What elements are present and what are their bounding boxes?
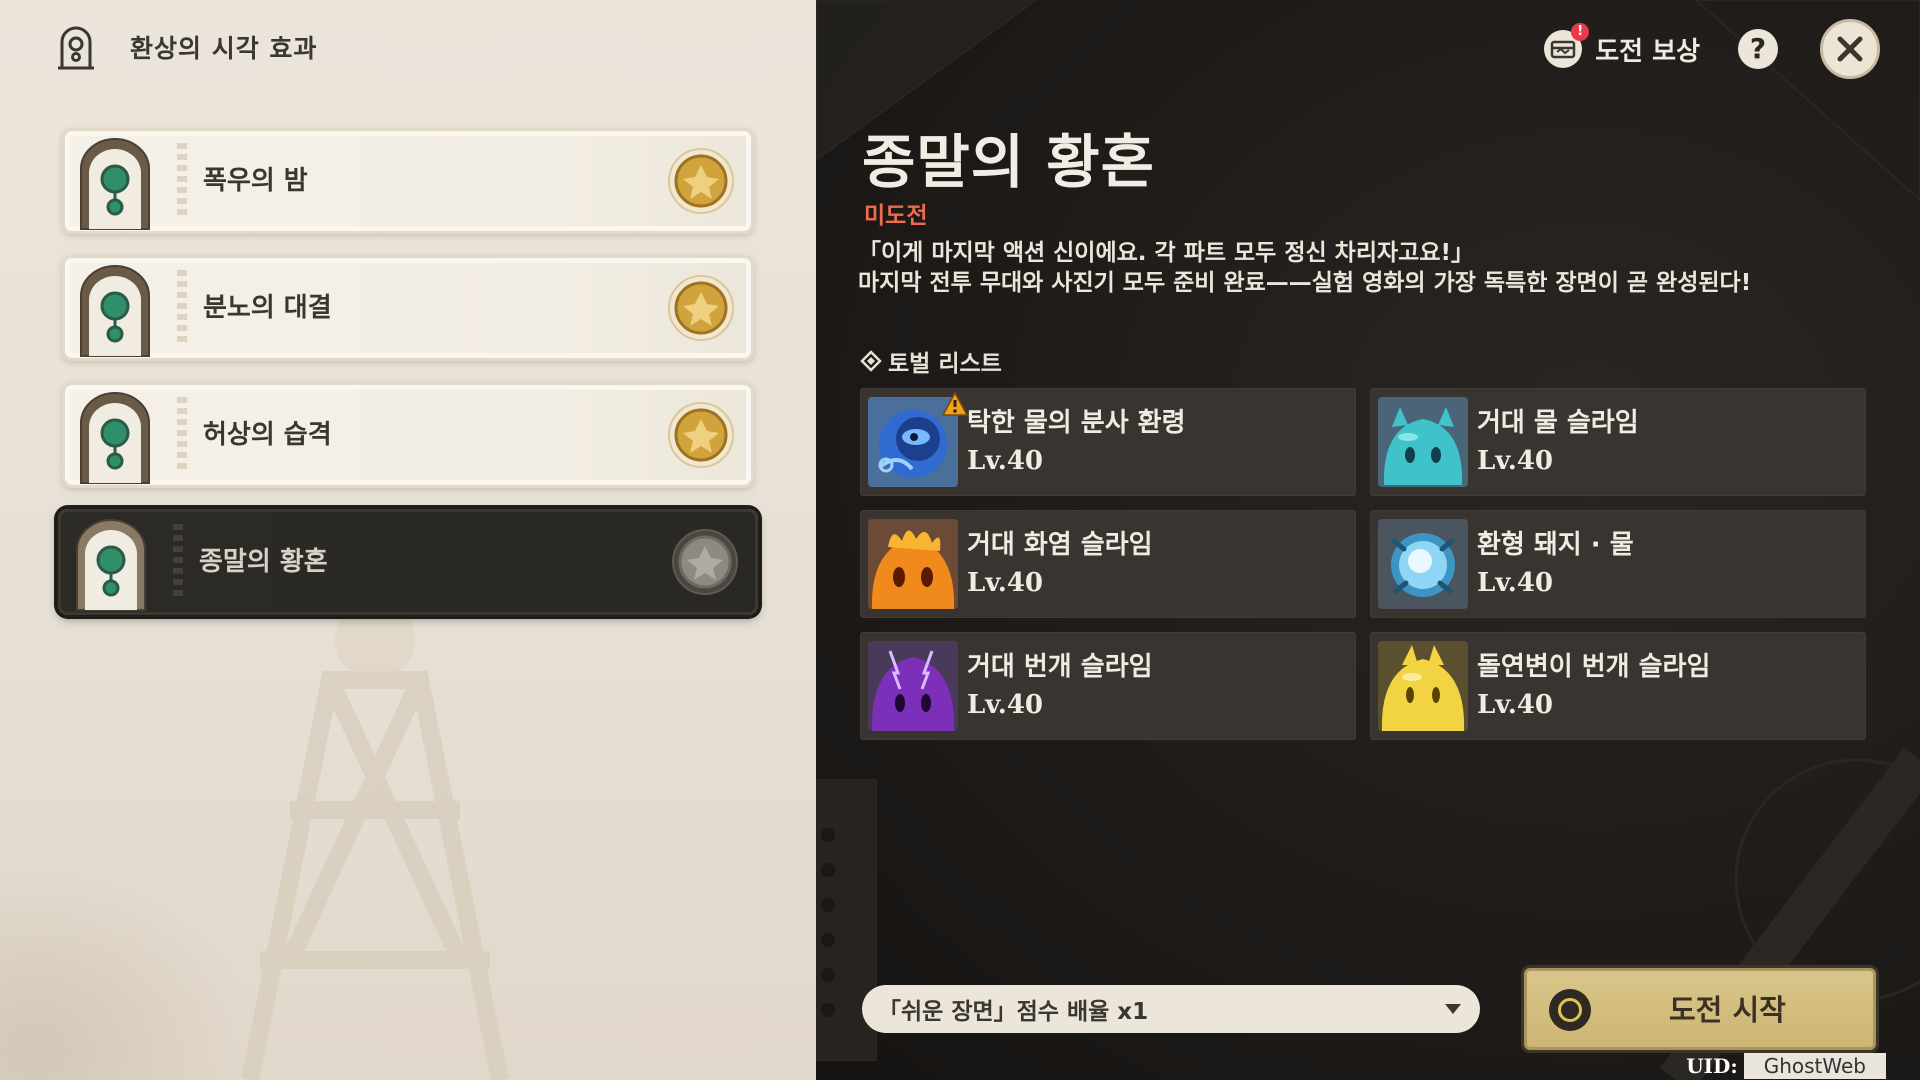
start-challenge-button[interactable]: 도전 시작 bbox=[1524, 968, 1876, 1050]
hydro-boar-icon bbox=[1378, 519, 1468, 609]
challenge-status: 미도전 bbox=[864, 203, 928, 229]
stage-item-2[interactable]: 분노의 대결 bbox=[62, 255, 754, 361]
enemy-level: Lv.40 bbox=[967, 568, 1044, 598]
uid-value: GhostWeb bbox=[1743, 1053, 1886, 1079]
stage-item-3[interactable]: 허상의 습격 bbox=[62, 382, 754, 488]
enemy-name: 탁한 물의 분사 환령 bbox=[967, 408, 1186, 438]
notification-badge: ! bbox=[1571, 23, 1590, 41]
enemy-card[interactable]: 환형 돼지 · 물 Lv.40 bbox=[1370, 510, 1866, 618]
stage-label: 폭우의 밤 bbox=[203, 166, 308, 196]
enemy-level: Lv.40 bbox=[1477, 446, 1554, 476]
enemy-list-title: 토벌 리스트 bbox=[888, 351, 1002, 377]
description-line-2: 마지막 전투 무대와 사진기 모두 준비 완료——실험 영화의 가장 독특한 장… bbox=[858, 270, 1752, 296]
background-tower-art bbox=[0, 600, 509, 1080]
warning-icon bbox=[942, 392, 968, 416]
panel-title: 환상의 시각 효과 bbox=[130, 34, 318, 63]
gold-medal-icon bbox=[668, 148, 734, 214]
stage-description: 「이게 마지막 액션 신이에요. 각 파트 모두 정신 차리자고요!」 마지막 … bbox=[858, 238, 1898, 298]
enemy-card[interactable]: 거대 번개 슬라임 Lv.40 bbox=[860, 632, 1356, 740]
gold-medal-icon bbox=[668, 402, 734, 468]
enemy-card[interactable]: 돌연변이 번개 슬라임 Lv.40 bbox=[1370, 632, 1866, 740]
stage-list-panel: 환상의 시각 효과 폭우의 밤 분노의 대결 허상의 습격 종말의 황혼 bbox=[0, 0, 816, 1080]
start-challenge-label: 도전 시작 bbox=[1669, 993, 1786, 1027]
close-icon bbox=[1837, 36, 1863, 62]
enemy-card[interactable]: 탁한 물의 분사 환령 Lv.40 bbox=[860, 388, 1356, 496]
enemy-list-header: 토벌 리스트 bbox=[860, 344, 1002, 378]
enemy-card[interactable]: 거대 물 슬라임 Lv.40 bbox=[1370, 388, 1866, 496]
enemy-level: Lv.40 bbox=[1477, 568, 1554, 598]
chevron-down-icon bbox=[1445, 1004, 1461, 1014]
enemy-level: Lv.40 bbox=[967, 690, 1044, 720]
enemy-name: 거대 번개 슬라임 bbox=[967, 652, 1153, 682]
stage-door-icon bbox=[80, 392, 150, 484]
locked-medal-icon bbox=[672, 529, 738, 595]
close-button[interactable] bbox=[1820, 19, 1880, 79]
enemy-level: Lv.40 bbox=[967, 446, 1044, 476]
mutant-electro-slime-icon bbox=[1378, 641, 1468, 731]
pyro-slime-icon bbox=[868, 519, 958, 609]
electro-slime-icon bbox=[868, 641, 958, 731]
stage-list: 폭우의 밤 분노의 대결 허상의 습격 종말의 황혼 bbox=[58, 128, 758, 636]
enemy-card[interactable]: 거대 화염 슬라임 Lv.40 bbox=[860, 510, 1356, 618]
uid-label: UID: bbox=[1686, 1054, 1738, 1078]
top-bar: ! 도전 보상 ? bbox=[1543, 18, 1880, 80]
hydro-slime-icon bbox=[1378, 397, 1468, 487]
stage-detail-panel: ! 도전 보상 ? 종말의 황혼 미도전 「이게 마지막 액션 신이에요. 각 … bbox=[816, 0, 1920, 1080]
stage-door-icon bbox=[80, 265, 150, 357]
stage-label: 허상의 습격 bbox=[203, 420, 332, 450]
stage-label: 종말의 황혼 bbox=[199, 547, 328, 577]
enemy-name: 거대 물 슬라임 bbox=[1477, 408, 1639, 438]
stage-item-4-selected[interactable]: 종말의 황혼 bbox=[58, 509, 758, 615]
description-line-1: 「이게 마지막 액션 신이에요. 각 파트 모두 정신 차리자고요!」 bbox=[858, 240, 1474, 266]
diamond-bullet-icon bbox=[860, 350, 882, 372]
uid-watermark: UID: GhostWeb bbox=[1686, 1052, 1886, 1080]
stage-title: 종말의 황혼 bbox=[862, 128, 1155, 196]
stage-door-icon bbox=[76, 519, 146, 611]
stage-door-icon bbox=[80, 138, 150, 230]
left-header: 환상의 시각 효과 bbox=[56, 22, 317, 72]
enemy-grid: 탁한 물의 분사 환령 Lv.40 거대 물 슬라임 Lv.40 거대 화염 슬… bbox=[860, 388, 1866, 740]
enemy-level: Lv.40 bbox=[1477, 690, 1554, 720]
challenge-reward-button[interactable]: ! 도전 보상 bbox=[1543, 23, 1700, 69]
stage-label: 분노의 대결 bbox=[203, 293, 332, 323]
enemy-name: 환형 돼지 · 물 bbox=[1477, 530, 1634, 560]
start-circle-icon bbox=[1549, 989, 1591, 1031]
difficulty-selected-value: 「쉬운 장면」점수 배율 x1 bbox=[878, 999, 1149, 1025]
gold-medal-icon bbox=[668, 275, 734, 341]
stage-item-1[interactable]: 폭우의 밤 bbox=[62, 128, 754, 234]
reward-icon-wrap: ! bbox=[1543, 23, 1590, 69]
help-button[interactable]: ? bbox=[1738, 29, 1778, 69]
difficulty-dropdown[interactable]: 「쉬운 장면」점수 배율 x1 bbox=[862, 985, 1480, 1033]
enemy-name: 돌연변이 번개 슬라임 bbox=[1477, 652, 1711, 682]
theater-door-icon bbox=[58, 26, 94, 70]
challenge-reward-label: 도전 보상 bbox=[1595, 36, 1700, 67]
enemy-name: 거대 화염 슬라임 bbox=[967, 530, 1153, 560]
